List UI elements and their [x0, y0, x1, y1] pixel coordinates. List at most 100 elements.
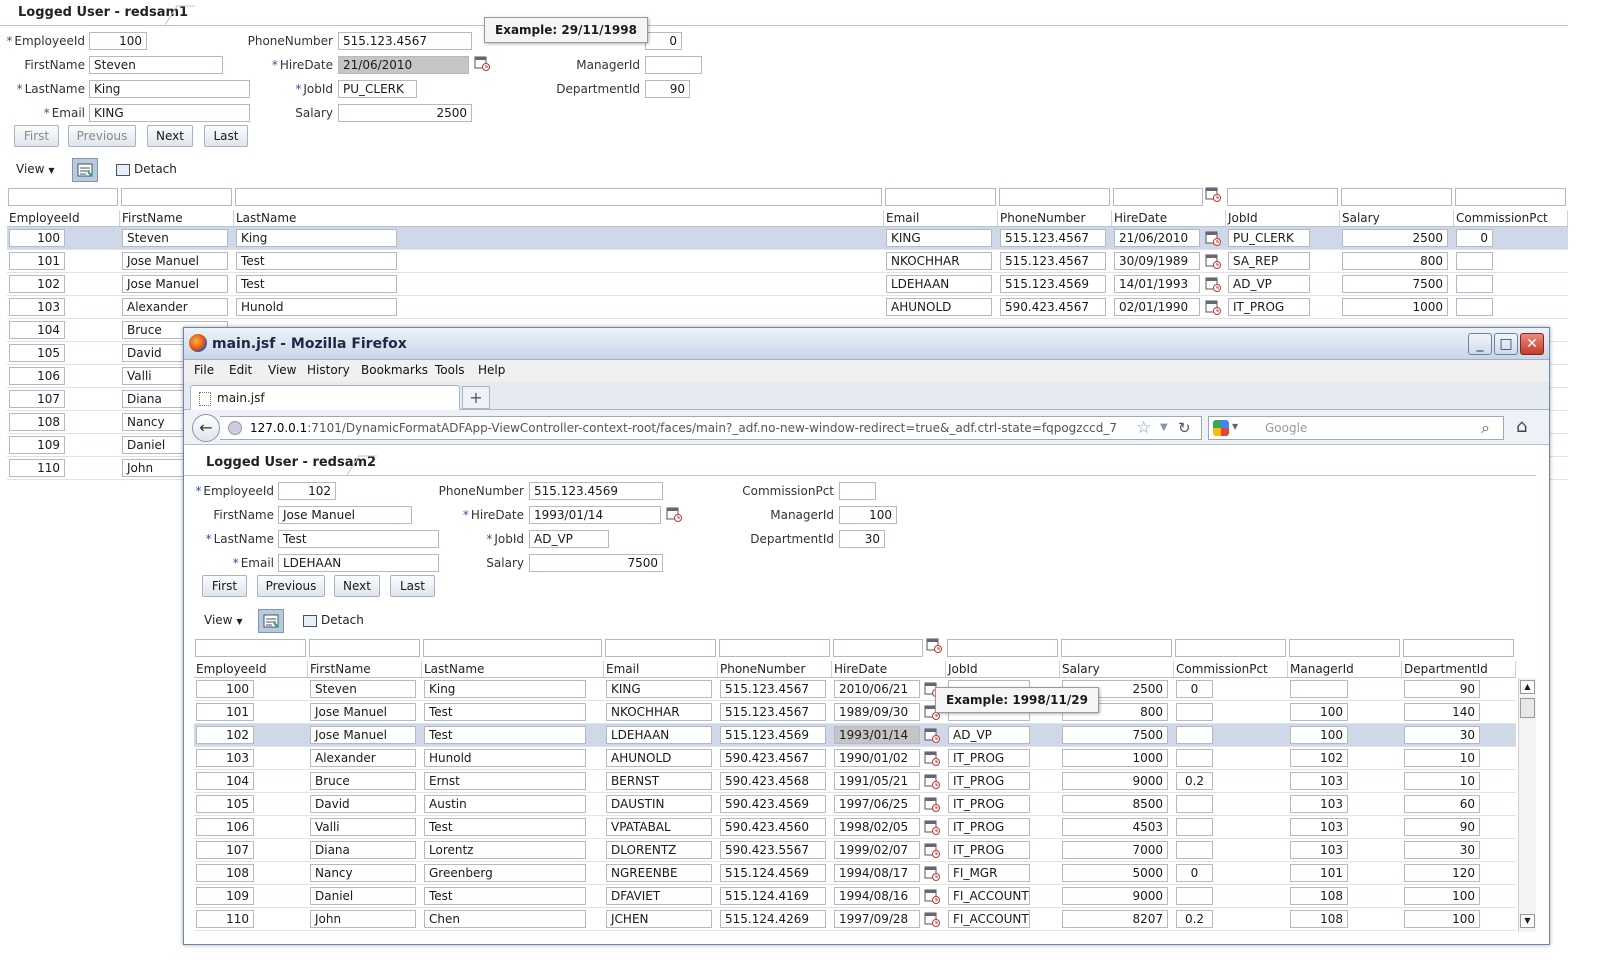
calendar-icon[interactable] — [1205, 253, 1221, 269]
cell-email[interactable]: BERNST — [606, 772, 712, 790]
cell-first[interactable]: Valli — [310, 818, 416, 836]
menu-view[interactable]: View — [268, 363, 296, 377]
back-arrow-icon[interactable]: ← — [192, 414, 220, 442]
salary-field[interactable]: 2500 — [338, 104, 472, 122]
cell-last[interactable]: Test — [236, 252, 397, 270]
filter-field[interactable] — [833, 639, 923, 657]
filter-field[interactable] — [309, 639, 420, 657]
calendar-icon[interactable] — [474, 55, 490, 71]
cell-hire[interactable]: 1998/02/05 — [834, 818, 920, 836]
cell-hire[interactable]: 1997/06/25 — [834, 795, 920, 813]
cell-job[interactable]: AD_VP — [1228, 275, 1310, 293]
cell-id[interactable]: 109 — [9, 436, 65, 454]
cell-email[interactable]: DAUSTIN — [606, 795, 712, 813]
url-bar[interactable]: 127.0.0.1:7101/DynamicFormatADFApp-ViewC… — [220, 416, 1202, 440]
column-header[interactable]: HireDate — [832, 661, 946, 677]
cell-phone[interactable]: 515.124.4169 — [720, 887, 826, 905]
calendar-icon[interactable] — [924, 727, 940, 743]
cell-email[interactable]: LDEHAAN — [886, 275, 992, 293]
vertical-scrollbar[interactable]: ▲ ▼ — [1518, 678, 1536, 932]
cell-id[interactable]: 103 — [196, 749, 254, 767]
filter-field[interactable] — [195, 639, 306, 657]
filter-field[interactable] — [999, 188, 1110, 206]
cell-id[interactable]: 101 — [196, 703, 254, 721]
cell-job[interactable]: SA_REP — [1228, 252, 1310, 270]
cell-dept[interactable]: 120 — [1404, 864, 1480, 882]
cell-email[interactable]: AHUNOLD — [606, 749, 712, 767]
filter-field[interactable] — [1227, 188, 1338, 206]
column-header[interactable]: PhoneNumber — [718, 661, 832, 677]
calendar-icon[interactable] — [924, 796, 940, 812]
table-row[interactable]: 103 Alexander Hunold AHUNOLD 590.423.4567 02/… — [7, 296, 1568, 319]
column-header[interactable]: Salary — [1340, 210, 1454, 226]
cell-id[interactable]: 102 — [9, 275, 65, 293]
cell-last[interactable]: Hunold — [424, 749, 586, 767]
cell-dept[interactable]: 60 — [1404, 795, 1480, 813]
column-header[interactable]: DepartmentId — [1402, 661, 1516, 677]
calendar-icon[interactable] — [924, 865, 940, 881]
column-header[interactable]: Email — [604, 661, 718, 677]
query-by-example-icon[interactable] — [258, 609, 284, 633]
cell-last[interactable]: Austin — [424, 795, 586, 813]
cell-salary[interactable]: 1000 — [1062, 749, 1168, 767]
search-icon[interactable]: ⌕ — [1481, 418, 1490, 438]
cell-comm[interactable]: 0 — [1176, 864, 1213, 882]
maximize-button[interactable]: □ — [1494, 333, 1518, 355]
phone-field[interactable]: 515.123.4567 — [338, 32, 472, 50]
cell-job[interactable]: PU_CLERK — [1228, 229, 1310, 247]
search-box[interactable]: ▼ Google ⌕ — [1208, 416, 1504, 440]
cell-comm[interactable] — [1176, 887, 1213, 905]
cell-mgr[interactable] — [1290, 680, 1348, 698]
cell-salary[interactable]: 1000 — [1342, 298, 1448, 316]
cell-hire[interactable]: 14/01/1993 — [1114, 275, 1200, 293]
cell-id[interactable]: 108 — [196, 864, 254, 882]
cell-salary[interactable]: 8500 — [1062, 795, 1168, 813]
column-header[interactable]: HireDate — [1112, 210, 1226, 226]
manager-id-field[interactable] — [645, 56, 702, 74]
filter-field[interactable] — [1455, 188, 1566, 206]
cell-phone[interactable]: 515.124.4569 — [720, 864, 826, 882]
cell-phone[interactable]: 590.423.4568 — [720, 772, 826, 790]
calendar-icon[interactable] — [1205, 299, 1221, 315]
table-row[interactable]: 105 David Austin DAUSTIN 590.423.4569 1997/06… — [194, 793, 1516, 816]
close-button[interactable]: ✕ — [1520, 333, 1544, 355]
cell-comm[interactable] — [1176, 749, 1213, 767]
filter-field[interactable] — [719, 639, 830, 657]
cell-comm[interactable] — [1176, 841, 1213, 859]
first-name-field[interactable]: Jose Manuel — [278, 506, 412, 524]
cell-id[interactable]: 104 — [9, 321, 65, 339]
cell-last[interactable]: Hunold — [236, 298, 397, 316]
cell-dept[interactable]: 100 — [1404, 887, 1480, 905]
cell-mgr[interactable]: 100 — [1290, 726, 1348, 744]
menu-file[interactable]: File — [194, 363, 214, 377]
table-row[interactable]: 109 Daniel Test DFAVIET 515.124.4169 1994/08/… — [194, 885, 1516, 908]
scroll-up-icon[interactable]: ▲ — [1520, 680, 1535, 694]
cell-email[interactable]: KING — [886, 229, 992, 247]
cell-id[interactable]: 107 — [196, 841, 254, 859]
filter-field[interactable] — [1175, 639, 1286, 657]
cell-first[interactable]: John — [310, 910, 416, 928]
cell-id[interactable]: 100 — [9, 229, 65, 247]
home-icon[interactable]: ⌂ — [1516, 416, 1527, 437]
cell-id[interactable]: 100 — [196, 680, 254, 698]
cell-first[interactable]: Steven — [122, 229, 228, 247]
previous-button[interactable]: Previous — [257, 575, 325, 597]
cell-salary[interactable]: 7500 — [1342, 275, 1448, 293]
cell-hire[interactable]: 1989/09/30 — [834, 703, 920, 721]
detach-button[interactable]: Detach — [303, 613, 364, 627]
cell-comm[interactable] — [1456, 298, 1493, 316]
cell-email[interactable]: KING — [606, 680, 712, 698]
cell-job[interactable]: IT_PROG — [948, 795, 1030, 813]
cell-email[interactable]: LDEHAAN — [606, 726, 712, 744]
cell-first[interactable]: David — [310, 795, 416, 813]
reload-icon[interactable]: ↻ — [1178, 419, 1191, 437]
cell-hire[interactable]: 2010/06/21 — [834, 680, 920, 698]
cell-hire[interactable]: 1994/08/16 — [834, 887, 920, 905]
cell-id[interactable]: 109 — [196, 887, 254, 905]
cell-hire[interactable]: 1999/02/07 — [834, 841, 920, 859]
last-name-field[interactable]: King — [89, 80, 250, 98]
employee-id-field[interactable]: 100 — [89, 32, 147, 50]
cell-phone[interactable]: 515.123.4569 — [720, 726, 826, 744]
calendar-icon[interactable] — [666, 506, 682, 522]
cell-mgr[interactable]: 103 — [1290, 841, 1348, 859]
